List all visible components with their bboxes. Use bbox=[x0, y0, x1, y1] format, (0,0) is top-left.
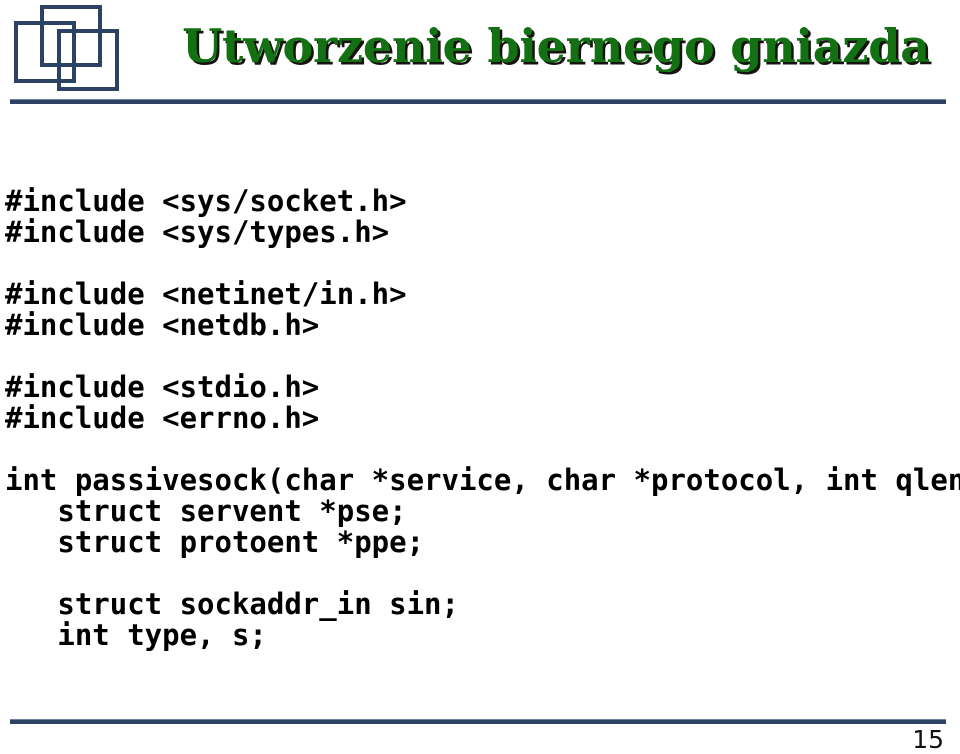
code-line: #include <stdio.h> bbox=[5, 370, 320, 404]
slide-header: Utworzenie biernego gniazda bbox=[0, 0, 960, 108]
code-listing: #include <sys/socket.h> #include <sys/typ… bbox=[5, 184, 960, 652]
page-number: 15 bbox=[912, 725, 944, 754]
code-line: struct servent *pse; bbox=[5, 494, 407, 528]
code-line: int type, s; bbox=[5, 618, 267, 652]
page-title: Utworzenie biernego gniazda bbox=[182, 19, 930, 73]
code-line: int passivesock(char *service, char *pro… bbox=[5, 463, 960, 497]
code-line: #include <errno.h> bbox=[5, 401, 320, 435]
slide: Utworzenie biernego gniazda #include <sy… bbox=[0, 0, 960, 753]
code-line: #include <sys/socket.h> bbox=[5, 184, 407, 218]
code-line: struct sockaddr_in sin; bbox=[5, 587, 459, 621]
three-overlapping-squares-logo-icon bbox=[12, 3, 140, 101]
code-line: #include <netinet/in.h> bbox=[5, 277, 407, 311]
footer-divider bbox=[10, 719, 946, 724]
code-line: struct protoent *ppe; bbox=[5, 525, 425, 559]
code-line: #include <sys/types.h> bbox=[5, 215, 390, 249]
header-divider bbox=[10, 99, 946, 104]
code-line: #include <netdb.h> bbox=[5, 308, 320, 342]
